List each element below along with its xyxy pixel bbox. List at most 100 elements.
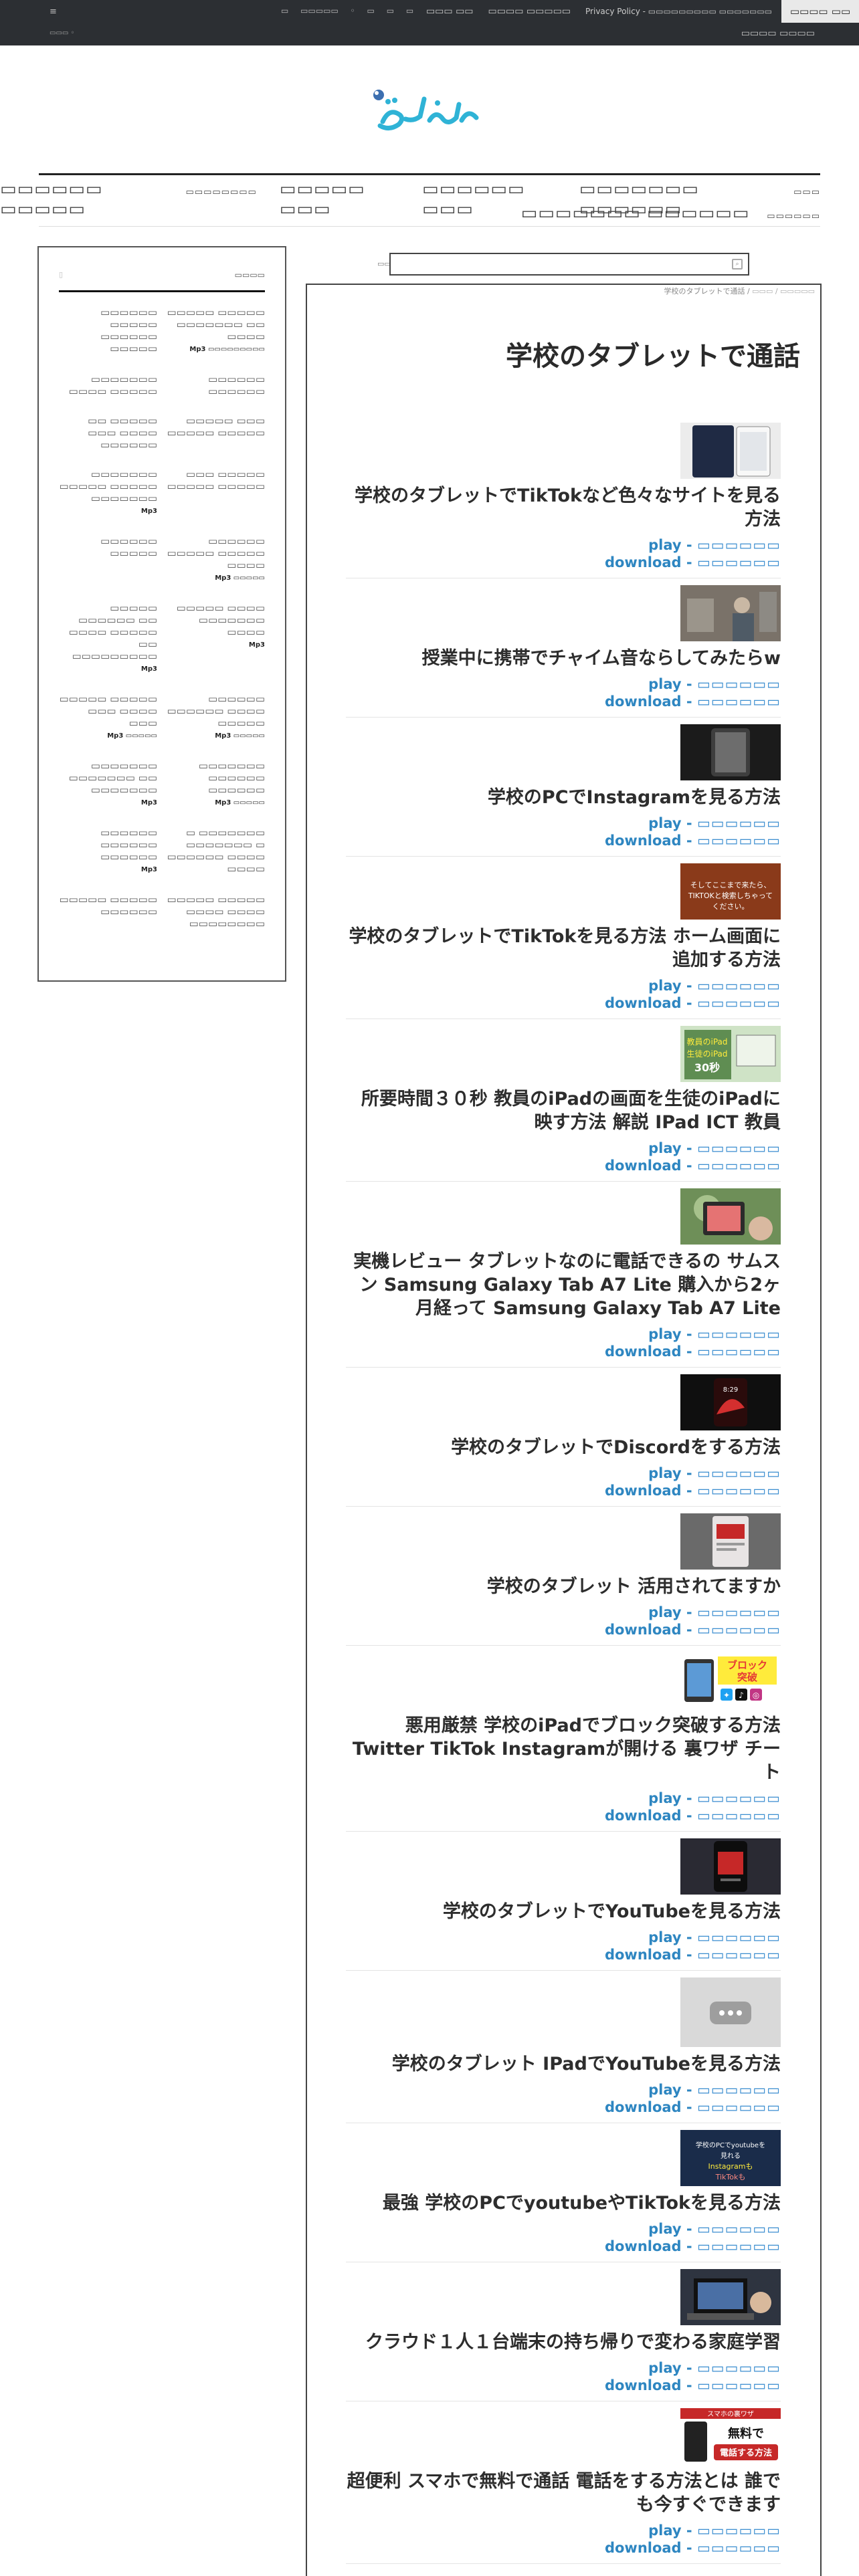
download-link-text[interactable]: ▭▭▭▭▭▭ <box>697 2377 781 2393</box>
play-link[interactable]: play <box>648 1790 681 1806</box>
topbar-link[interactable]: ▭▭▭▭ ▭▭▭▭▭ <box>488 6 571 17</box>
download-link[interactable]: download <box>605 1947 682 1963</box>
play-link-text[interactable]: ▭▭▭▭▭▭ <box>697 1929 781 1945</box>
download-link-text[interactable]: ▭▭▭▭▭▭ <box>697 2238 781 2254</box>
download-link-text[interactable]: ▭▭▭▭▭▭ <box>697 995 781 1011</box>
download-link-text[interactable]: ▭▭▭▭▭▭ <box>697 833 781 849</box>
download-link-text[interactable]: ▭▭▭▭▭▭ <box>697 1808 781 1824</box>
sidebar-item[interactable]: ▭ ▭▭▭▭▭▭▭ ▭▭▭▭▭▭▭ ▭ ▭▭▭▭▭▭ ▭▭▭▭ ▭▭▭▭ <box>167 827 266 876</box>
video-title[interactable]: 学校のタブレットでTikTokを見る方法 ホーム画面に追加する方法 <box>346 925 781 972</box>
social-icons[interactable]: ▭ ▭▭▭▭▭ ◦ ▭ ▭ ▭ <box>281 6 413 15</box>
play-link-text[interactable]: ▭▭▭▭▭▭ <box>697 2523 781 2539</box>
download-link-text[interactable]: ▭▭▭▭▭▭ <box>697 693 781 710</box>
video-thumbnail[interactable]: 学校のPCでyoutubeを 見れる Instagramも TikTokも <box>680 2130 781 2186</box>
nav-item[interactable]: ▭▭▭▭▭▭▭▭ <box>186 187 257 197</box>
play-link[interactable]: play <box>648 537 681 553</box>
download-link[interactable]: download <box>605 2540 682 2556</box>
video-thumbnail[interactable] <box>680 1977 781 2047</box>
video-thumbnail[interactable] <box>680 423 781 479</box>
download-link[interactable]: download <box>605 833 682 849</box>
sidebar-item[interactable]: ▭▭▭▭▭▭▭ ▭▭▭▭ ▭▭▭▭▭ <box>59 373 157 397</box>
play-link-text[interactable]: ▭▭▭▭▭▭ <box>697 676 781 692</box>
download-link-text[interactable]: ▭▭▭▭▭▭ <box>697 1344 781 1360</box>
sidebar-item[interactable]: ▭▭▭▭▭▭▭ ▭▭▭▭▭▭▭ ▭▭ ▭▭▭▭▭▭▭ Mp3 <box>59 760 157 809</box>
privacy-policy-link[interactable]: Privacy Policy - ▭▭▭▭▭▭▭▭▭ ▭▭▭▭▭▭▭ <box>585 7 772 16</box>
play-link[interactable]: play <box>648 1140 681 1156</box>
sidebar-item[interactable]: ▭▭▭▭▭▭ ▭▭▭▭▭▭ ▭▭▭▭ ▭▭▭▭▭ Mp3 ▭▭▭▭▭ <box>167 693 266 742</box>
video-thumbnail[interactable] <box>680 1188 781 1245</box>
play-link-text[interactable]: ▭▭▭▭▭▭ <box>697 2221 781 2237</box>
sidebar-item[interactable]: ▭▭▭▭▭ ▭▭▭▭▭ ▭▭▭ ▭▭▭▭ ▭▭▭ Mp3 ▭▭▭▭▭ <box>59 693 158 742</box>
play-link[interactable]: play <box>648 1326 681 1342</box>
sidebar-item[interactable]: ▭▭▭▭▭ ▭▭▭ ▭▭▭▭▭ ▭▭▭▭▭ <box>167 415 266 451</box>
video-title[interactable]: 学校のタブレットでDiscordをする方法 <box>346 1436 781 1459</box>
nav-item[interactable]: ▭▭▭▭▭▭▭ ▭▭▭▭▭▭ <box>521 203 750 223</box>
play-link[interactable]: play <box>648 815 681 831</box>
download-link[interactable]: download <box>605 1158 682 1174</box>
video-thumbnail[interactable]: 教員のiPad 生徒のiPad 30秒 <box>680 1026 781 1082</box>
download-link-text[interactable]: ▭▭▭▭▭▭ <box>697 554 781 570</box>
play-link[interactable]: play <box>648 1604 681 1620</box>
video-thumbnail[interactable]: ブロック 突破 ✦ ♪ ◎ <box>680 1652 781 1709</box>
play-link-text[interactable]: ▭▭▭▭▭▭ <box>697 815 781 831</box>
download-link[interactable]: download <box>605 554 682 570</box>
topbar-sub-right[interactable]: ▭▭▭▭ ▭▭▭▭ <box>741 28 815 39</box>
play-link[interactable]: play <box>648 2221 681 2237</box>
play-link-text[interactable]: ▭▭▭▭▭▭ <box>697 978 781 994</box>
download-link[interactable]: download <box>605 1344 682 1360</box>
video-title[interactable]: 悪用厳禁 学校のiPadでブロック突破する方法 Twitter TikTok I… <box>346 1714 781 1784</box>
video-title[interactable]: クラウド１人１台端末の持ち帰りで変わる家庭学習 <box>346 2331 781 2354</box>
sidebar-item[interactable]: ▭▭▭▭▭ ▭▭▭▭▭▭ ▭▭ ▭▭▭▭ ▭▭▭▭▭ ▭▭ ▭▭▭▭▭▭▭▭▭ M… <box>59 602 157 675</box>
download-link[interactable]: download <box>605 1808 682 1824</box>
video-thumbnail[interactable] <box>680 1838 781 1895</box>
play-link[interactable]: play <box>648 978 681 994</box>
menu-icon[interactable]: ≡ <box>50 7 57 17</box>
search-icon[interactable]: ⌕ <box>732 259 743 270</box>
play-link-text[interactable]: ▭▭▭▭▭▭ <box>697 1604 781 1620</box>
nav-item[interactable]: ▭▭▭▭▭▭ ▭▭▭▭▭ <box>0 179 163 219</box>
video-title[interactable]: 学校のPCでInstagramを見る方法 <box>346 786 781 809</box>
sidebar-item[interactable]: ▭▭▭▭▭ ▭▭▭▭▭ ▭▭▭▭▭▭ <box>59 893 158 930</box>
download-link-text[interactable]: ▭▭▭▭▭▭ <box>697 2099 781 2115</box>
play-link[interactable]: play <box>648 2360 681 2376</box>
play-link[interactable]: play <box>648 1465 681 1481</box>
video-title[interactable]: 学校のタブレットでTikTokなど色々なサイトを見る方法 <box>346 484 781 531</box>
download-link[interactable]: download <box>605 2377 682 2393</box>
video-thumbnail[interactable] <box>680 2269 781 2325</box>
video-thumbnail[interactable]: 8:29 <box>680 1374 781 1430</box>
sidebar-item[interactable]: ▭▭ ▭▭▭▭▭ ▭▭▭ ▭▭▭▭ ▭▭▭▭▭▭ <box>59 415 157 451</box>
play-link-text[interactable]: ▭▭▭▭▭▭ <box>697 2360 781 2376</box>
video-title[interactable]: 学校のタブレットでYouTubeを見る方法 <box>346 1900 781 1923</box>
play-link[interactable]: play <box>648 2523 681 2539</box>
download-link[interactable]: download <box>605 1622 682 1638</box>
sidebar-item[interactable]: ▭▭▭▭▭▭ ▭▭▭▭▭ ▭▭▭▭▭▭ ▭▭▭▭▭ <box>59 306 157 356</box>
sidebar-item[interactable]: ▭▭▭ ▭▭▭▭▭ ▭▭▭▭▭ ▭▭▭▭▭ <box>167 468 266 518</box>
download-link[interactable]: download <box>605 2238 682 2254</box>
sidebar-item[interactable]: ▭▭▭▭▭ ▭▭▭▭▭ ▭▭▭▭▭▭▭ ▭▭ ▭▭▭▭ Mp3 ▭▭▭▭▭▭▭▭▭ <box>167 306 266 356</box>
video-title[interactable]: 実機レビュー タブレットなのに電話できるの サムスン Samsung Galax… <box>346 1250 781 1320</box>
video-title[interactable]: 学校のタブレット 活用されてますか <box>346 1575 781 1598</box>
nav-item[interactable]: ▭▭▭▭▭▭ <box>767 211 820 221</box>
video-thumbnail[interactable]: そしてここまで来たら、 TIKTOKと検索しちゃって ください。 <box>680 863 781 920</box>
nav-item[interactable]: ▭▭▭ <box>793 187 820 197</box>
download-link-text[interactable]: ▭▭▭▭▭▭ <box>697 1622 781 1638</box>
nav-item[interactable]: ▭▭▭▭▭ ▭▭▭ <box>280 179 399 219</box>
play-link-text[interactable]: ▭▭▭▭▭▭ <box>697 2082 781 2098</box>
search-input[interactable] <box>389 253 749 276</box>
play-link[interactable]: play <box>648 676 681 692</box>
download-link-text[interactable]: ▭▭▭▭▭▭ <box>697 1158 781 1174</box>
video-thumbnail[interactable] <box>680 585 781 641</box>
video-title[interactable]: 授業中に携帯でチャイム音ならしてみたらw <box>346 647 781 670</box>
download-link-text[interactable]: ▭▭▭▭▭▭ <box>697 2540 781 2556</box>
play-link-text[interactable]: ▭▭▭▭▭▭ <box>697 1140 781 1156</box>
sidebar-item[interactable]: ▭▭▭▭▭▭ ▭▭▭▭▭▭ <box>167 373 265 397</box>
play-link-text[interactable]: ▭▭▭▭▭▭ <box>697 537 781 553</box>
download-link[interactable]: download <box>605 2099 682 2115</box>
download-link[interactable]: download <box>605 995 682 1011</box>
download-link-text[interactable]: ▭▭▭▭▭▭ <box>697 1947 781 1963</box>
play-link-text[interactable]: ▭▭▭▭▭▭ <box>697 1326 781 1342</box>
download-link-text[interactable]: ▭▭▭▭▭▭ <box>697 1483 781 1499</box>
sidebar-item[interactable]: ▭▭▭▭▭▭ ▭▭▭▭▭ ▭▭▭▭▭ ▭▭▭▭ Mp3 ▭▭▭▭▭ <box>167 535 266 584</box>
download-link[interactable]: download <box>605 1483 682 1499</box>
sidebar-item[interactable]: ▭▭▭▭▭▭ ▭▭▭▭▭▭ ▭▭▭▭▭▭ Mp3 <box>59 827 157 876</box>
